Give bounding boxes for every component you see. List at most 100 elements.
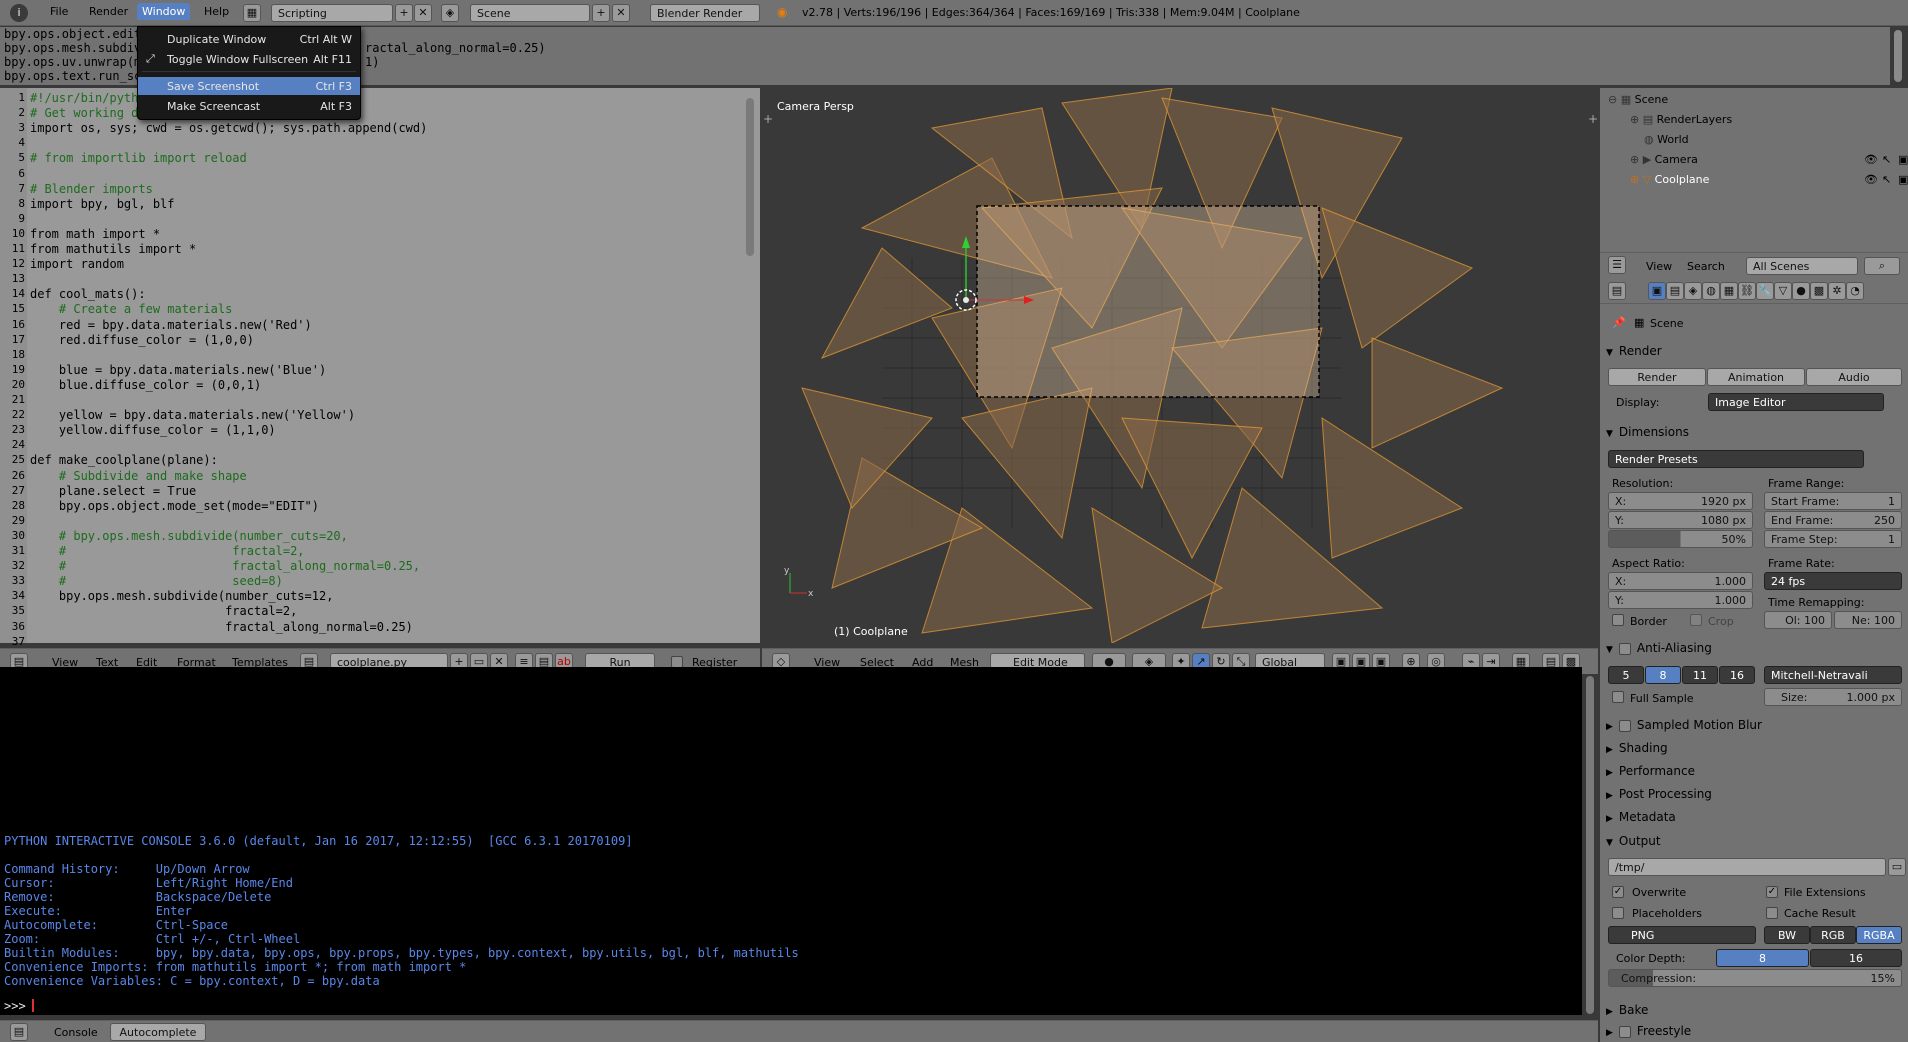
panel-performance[interactable]: ▶ Performance: [1606, 764, 1695, 778]
border-checkbox[interactable]: [1612, 614, 1624, 626]
data-tab-icon[interactable]: ▽: [1774, 282, 1792, 300]
particles-tab-icon[interactable]: ✲: [1828, 282, 1846, 300]
info-scrollbar[interactable]: [1894, 30, 1902, 82]
search-icon[interactable]: ⌕: [1864, 257, 1900, 275]
material-tab-icon[interactable]: ●: [1792, 282, 1810, 300]
layout-icon[interactable]: ▦: [243, 4, 261, 22]
file-format-select[interactable]: PNG: [1608, 926, 1756, 944]
viewport-plus-icon[interactable]: +: [763, 112, 773, 126]
file-ext-checkbox[interactable]: ✓: [1766, 886, 1778, 898]
outliner-filter-select[interactable]: All Scenes: [1746, 257, 1858, 275]
3d-viewport[interactable]: y x Camera Persp (1) Coolplane + +: [762, 88, 1598, 643]
menu-save-screenshot[interactable]: Save Screenshot Ctrl F3: [138, 77, 360, 95]
aspect-y-field[interactable]: Y: 1.000: [1608, 591, 1753, 609]
texture-tab-icon[interactable]: ▩: [1810, 282, 1828, 300]
info-icon[interactable]: i: [10, 4, 28, 22]
render-button[interactable]: Render: [1608, 368, 1706, 386]
menu-help[interactable]: Help: [204, 5, 229, 18]
panel-render[interactable]: ▼ Render: [1606, 344, 1662, 358]
editor-type-icon[interactable]: ▤: [1608, 282, 1626, 300]
menu-file[interactable]: File: [50, 5, 68, 18]
time-remap-new-field[interactable]: Ne: 100: [1834, 611, 1902, 629]
res-percent-slider[interactable]: 50%: [1608, 530, 1753, 548]
outliner-item-renderlayers[interactable]: ⊕ ▤ RenderLayers: [1630, 113, 1732, 126]
frame-rate-select[interactable]: 24 fps: [1764, 572, 1902, 590]
render-icon[interactable]: ▣: [1898, 173, 1908, 186]
scene-icon[interactable]: ◈: [441, 4, 459, 22]
audio-button[interactable]: Audio: [1806, 368, 1902, 386]
panel-anti-aliasing[interactable]: ▼ Anti-Aliasing: [1606, 641, 1712, 655]
aa-16-button[interactable]: 16: [1719, 666, 1755, 684]
color-rgb-button[interactable]: RGB: [1810, 926, 1856, 944]
panel-dimensions[interactable]: ▼ Dimensions: [1606, 425, 1689, 439]
remove-scene-button[interactable]: ✕: [612, 4, 630, 22]
add-scene-button[interactable]: +: [592, 4, 610, 22]
console-scrollbar[interactable]: [1586, 676, 1594, 1014]
res-x-field[interactable]: X: 1920 px: [1608, 492, 1753, 510]
output-path-field[interactable]: /tmp/: [1608, 858, 1886, 876]
editor-type-icon[interactable]: ☰: [1608, 256, 1626, 274]
crop-checkbox[interactable]: [1690, 614, 1702, 626]
panel-motion-blur[interactable]: ▶ Sampled Motion Blur: [1606, 718, 1762, 732]
visibility-icon[interactable]: 👁: [1864, 173, 1878, 186]
modifiers-tab-icon[interactable]: 🔧: [1756, 282, 1774, 300]
aa-8-button[interactable]: 8: [1645, 666, 1681, 684]
viewport-plus-icon[interactable]: +: [1588, 112, 1598, 126]
menu-duplicate-window[interactable]: Duplicate Window Ctrl Alt W: [138, 30, 360, 48]
layout-field[interactable]: Scripting: [271, 4, 393, 22]
menu-window[interactable]: Window: [137, 3, 191, 20]
select-icon[interactable]: ↖: [1882, 153, 1891, 166]
panel-post-processing[interactable]: ▶ Post Processing: [1606, 787, 1712, 801]
menu-console[interactable]: Console: [54, 1026, 98, 1039]
aa-5-button[interactable]: 5: [1608, 666, 1644, 684]
panel-output[interactable]: ▼ Output: [1606, 834, 1661, 848]
motion-blur-checkbox[interactable]: [1618, 719, 1631, 732]
depth-8-button[interactable]: 8: [1716, 949, 1809, 967]
outliner-item-world[interactable]: ◍ World: [1644, 133, 1689, 146]
render-engine-select[interactable]: Blender Render: [650, 4, 760, 22]
menu-view[interactable]: View: [1646, 260, 1672, 273]
color-bw-button[interactable]: BW: [1764, 926, 1810, 944]
visibility-icon[interactable]: 👁: [1864, 153, 1878, 166]
scene-field[interactable]: Scene: [470, 4, 590, 22]
overwrite-checkbox[interactable]: ✓: [1612, 886, 1624, 898]
outliner-item-camera[interactable]: ⊕ ▶ Camera: [1630, 153, 1698, 166]
end-frame-field[interactable]: End Frame: 250: [1764, 511, 1902, 529]
add-layout-button[interactable]: +: [395, 4, 413, 22]
render-tab-icon[interactable]: ▣: [1648, 282, 1666, 300]
aa-size-field[interactable]: Size: 1.000 px: [1764, 688, 1902, 706]
scene-tab-icon[interactable]: ◈: [1684, 282, 1702, 300]
menu-make-screencast[interactable]: Make Screencast Alt F3: [138, 97, 360, 115]
folder-icon[interactable]: ▭: [1888, 858, 1906, 876]
constraints-tab-icon[interactable]: ⛓: [1738, 282, 1756, 300]
display-select[interactable]: Image Editor: [1708, 393, 1884, 411]
world-tab-icon[interactable]: ◍: [1702, 282, 1720, 300]
full-sample-checkbox[interactable]: [1612, 691, 1624, 703]
panel-shading[interactable]: ▶ Shading: [1606, 741, 1668, 755]
panel-freestyle[interactable]: ▶ Freestyle: [1606, 1024, 1691, 1038]
object-tab-icon[interactable]: ▦: [1720, 282, 1738, 300]
physics-tab-icon[interactable]: ◔: [1846, 282, 1864, 300]
menu-render[interactable]: Render: [89, 5, 128, 18]
freestyle-checkbox[interactable]: [1618, 1025, 1631, 1038]
console-prompt[interactable]: >>>: [4, 999, 33, 1013]
layers-tab-icon[interactable]: ▤: [1666, 282, 1684, 300]
render-presets-select[interactable]: Render Presets: [1608, 450, 1864, 468]
menu-search[interactable]: Search: [1687, 260, 1725, 273]
panel-metadata[interactable]: ▶ Metadata: [1606, 810, 1676, 824]
compression-slider[interactable]: Compression: 15%: [1608, 969, 1902, 987]
select-icon[interactable]: ↖: [1882, 173, 1891, 186]
color-rgba-button[interactable]: RGBA: [1856, 926, 1902, 944]
panel-bake[interactable]: ▶ Bake: [1606, 1003, 1648, 1017]
time-remap-old-field[interactable]: Ol: 100: [1764, 611, 1832, 629]
render-icon[interactable]: ▣: [1898, 153, 1908, 166]
depth-16-button[interactable]: 16: [1810, 949, 1902, 967]
res-y-field[interactable]: Y: 1080 px: [1608, 511, 1753, 529]
placeholders-checkbox[interactable]: [1612, 907, 1624, 919]
outliner-item-scene[interactable]: ⊖ ▦ Scene: [1608, 93, 1668, 106]
aa-filter-select[interactable]: Mitchell-Netravali: [1764, 666, 1902, 684]
animation-button[interactable]: Animation: [1707, 368, 1805, 386]
anti-aliasing-checkbox[interactable]: [1618, 642, 1631, 655]
editor-type-icon[interactable]: ▤: [10, 1023, 28, 1041]
menu-toggle-fullscreen[interactable]: ⤢ Toggle Window Fullscreen Alt F11: [138, 50, 360, 68]
